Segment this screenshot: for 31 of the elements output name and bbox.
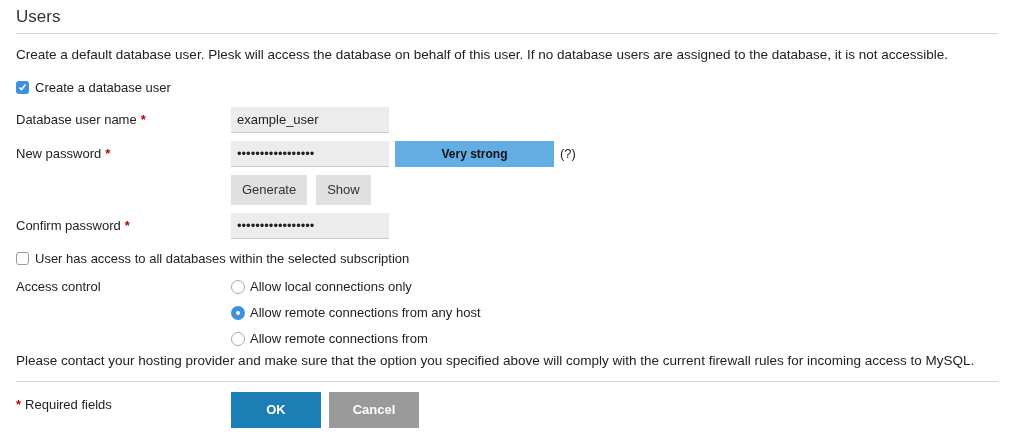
- required-mark: *: [124, 216, 130, 235]
- radio-button[interactable]: [231, 305, 245, 320]
- checkbox[interactable]: [16, 252, 29, 265]
- section-title: Users: [16, 4, 998, 34]
- secondary-button[interactable]: Generate: [231, 174, 308, 205]
- radio-button[interactable]: [231, 279, 245, 294]
- check-icon: [18, 83, 27, 91]
- note-text: Please contact your hosting provider and make sure that the option you specified above will comply with the current firewall rules for incoming access to MySQL.: [16, 351, 975, 370]
- help-link[interactable]: (?): [560, 143, 576, 164]
- required-fields-note: Required fields: [25, 395, 112, 414]
- required-mark: *: [140, 110, 146, 129]
- field-label: Access control: [16, 277, 101, 296]
- field-label: New password: [16, 144, 102, 163]
- checkbox-label: User has access to all databases within the selected subscription: [35, 249, 410, 268]
- field-label: Database user name: [16, 110, 137, 129]
- input-field[interactable]: •••••••••••••••••: [231, 140, 389, 167]
- required-mark: *: [16, 395, 22, 414]
- radio-label: Allow remote connections from any host: [250, 303, 481, 322]
- radio-label: Allow local connections only: [250, 277, 412, 296]
- radio-button[interactable]: [231, 331, 245, 346]
- checkbox-label: Create a database user: [35, 78, 171, 97]
- radio-label: Allow remote connections from: [250, 329, 428, 348]
- input-field[interactable]: example_user: [231, 106, 389, 133]
- secondary-button[interactable]: Show: [316, 174, 371, 205]
- strength-meter: Very strong: [395, 140, 554, 167]
- ok-button[interactable]: OK: [231, 391, 321, 428]
- description-text: Create a default database user. Plesk will access the database on behalf of this user. If no database users are assigned to the database, it is not accessible.: [16, 45, 949, 64]
- input-field[interactable]: •••••••••••••••••: [231, 212, 389, 239]
- required-mark: *: [105, 144, 111, 163]
- checkbox[interactable]: [16, 81, 29, 94]
- field-label: Confirm password: [16, 216, 121, 235]
